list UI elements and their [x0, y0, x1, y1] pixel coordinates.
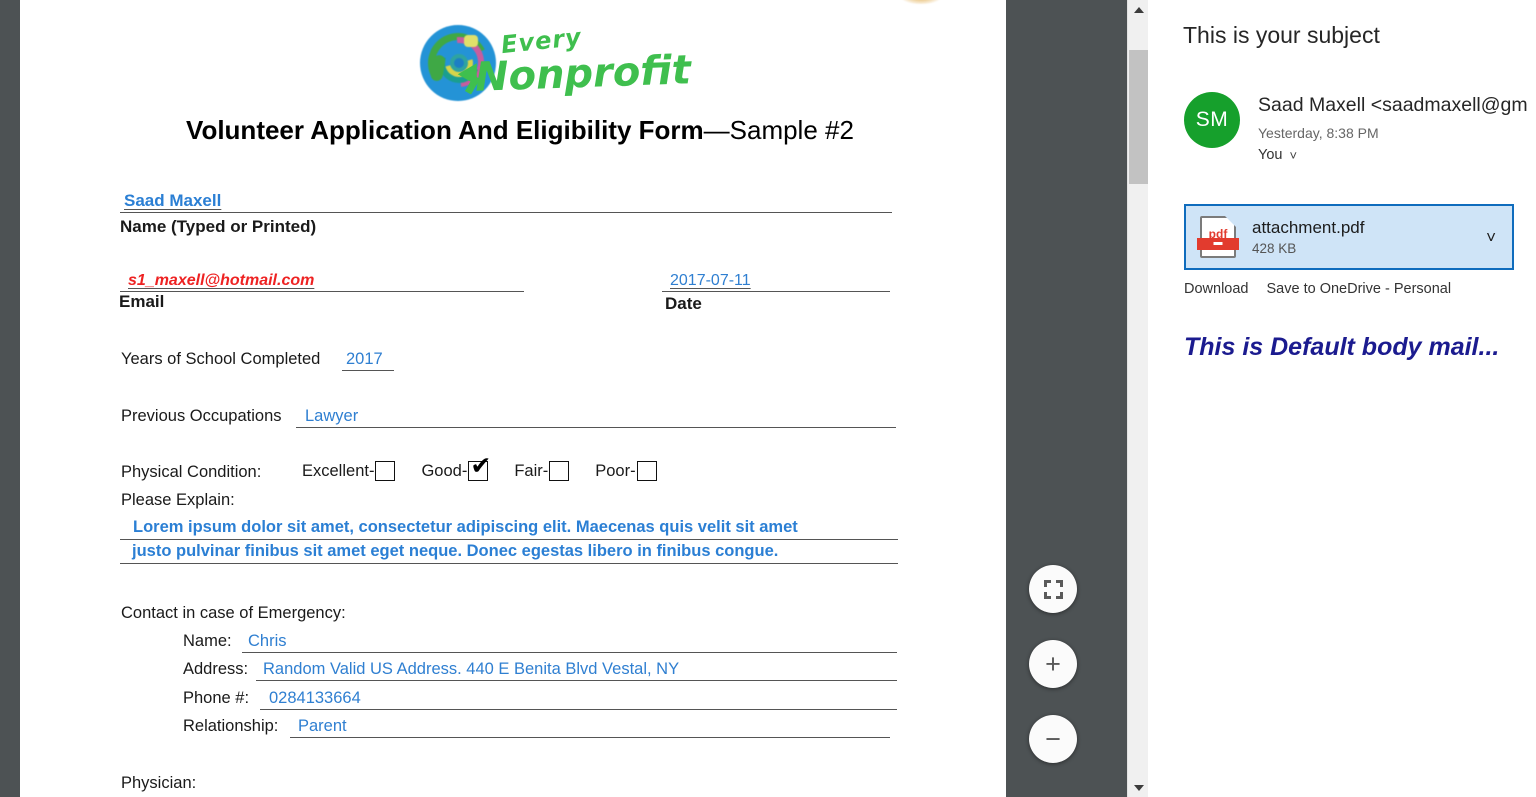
- option-label-fair: Fair-: [514, 461, 549, 480]
- attachment-filesize: 428 KB: [1252, 241, 1297, 256]
- please-explain-line-1: Lorem ipsum dolor sit amet, consectetur …: [133, 518, 798, 536]
- zoom-out-button[interactable]: −: [1029, 715, 1077, 763]
- option-label-excellent: Excellent-: [302, 461, 375, 480]
- field-years-rule: [342, 370, 394, 371]
- save-to-onedrive-link[interactable]: Save to OneDrive - Personal: [1267, 281, 1452, 297]
- caret-down-icon: [1133, 784, 1144, 791]
- field-occupations-value: Lawyer: [305, 407, 359, 425]
- field-occupations-label: Previous Occupations: [121, 407, 282, 425]
- logo-text-nonprofit: Nonprofit: [474, 47, 692, 101]
- mail-body-text: This is Default body mail...: [1184, 333, 1500, 361]
- document-title-bold: Volunteer Application And Eligibility Fo…: [186, 115, 704, 145]
- field-years-label: Years of School Completed: [121, 350, 321, 368]
- field-name-label: Name (Typed or Printed): [120, 217, 317, 236]
- emergency-name-rule: [242, 652, 897, 653]
- emergency-name-value: Chris: [248, 632, 287, 650]
- mail-subject: This is your subject: [1183, 22, 1380, 48]
- please-explain-rule-2: [120, 563, 898, 564]
- mail-recipients[interactable]: You ˅: [1258, 147, 1297, 163]
- chevron-down-icon: ˅: [1289, 147, 1298, 163]
- field-date-value: 2017-07-11: [670, 272, 751, 289]
- download-link[interactable]: Download: [1184, 281, 1249, 297]
- attachment-meta: attachment.pdf 428 KB: [1252, 218, 1486, 256]
- check-icon: ✔: [470, 451, 492, 480]
- pdf-vertical-scrollbar[interactable]: [1127, 0, 1148, 797]
- scroll-up-button[interactable]: [1128, 0, 1149, 19]
- physician-label: Physician:: [121, 774, 197, 792]
- physical-condition-label: Physical Condition:: [121, 463, 262, 481]
- emergency-relationship-rule: [290, 737, 890, 738]
- checkbox-poor[interactable]: [636, 461, 657, 481]
- field-occupations-rule: [296, 427, 896, 428]
- pdf-file-icon: pdf: [1197, 216, 1239, 258]
- emergency-phone-rule: [260, 709, 897, 710]
- plus-icon: +: [1045, 648, 1061, 679]
- emergency-address-rule: [256, 680, 897, 681]
- attachment-card[interactable]: pdf attachment.pdf 428 KB ˅: [1184, 204, 1514, 270]
- scroll-down-button[interactable]: [1128, 778, 1149, 797]
- emergency-name-label: Name:: [183, 632, 232, 650]
- emergency-phone-label: Phone #:: [183, 689, 250, 707]
- fit-to-page-button[interactable]: [1029, 565, 1077, 613]
- field-name-rule: [120, 212, 892, 213]
- emergency-address-value: Random Valid US Address. 440 E Benita Bl…: [263, 660, 680, 678]
- field-years-value: 2017: [346, 350, 383, 368]
- physical-condition-option-excellent[interactable]: Excellent-: [302, 461, 396, 481]
- option-label-good: Good-: [421, 461, 468, 480]
- physical-condition-option-good[interactable]: Good- ✔: [421, 453, 491, 481]
- option-label-poor: Poor-: [595, 461, 636, 480]
- attachment-actions: Download Save to OneDrive - Personal: [1184, 281, 1451, 297]
- pdf-page: Every Nonprofit Volunteer Application An…: [20, 0, 1006, 797]
- fit-to-page-icon: [1043, 579, 1063, 599]
- pdf-zoom-controls: + −: [1029, 565, 1079, 790]
- zoom-in-button[interactable]: +: [1029, 640, 1077, 688]
- mail-reading-pane: This is your subject SM Saad Maxell <saa…: [1148, 0, 1536, 797]
- caret-up-icon: [1133, 6, 1144, 13]
- attachment-filename: attachment.pdf: [1252, 218, 1365, 237]
- please-explain-label: Please Explain:: [121, 491, 235, 509]
- scrollbar-thumb[interactable]: [1129, 50, 1148, 184]
- field-email-rule: [120, 291, 524, 292]
- clipped-orange-arc: [898, 0, 944, 4]
- document-title-regular: —Sample #2: [703, 115, 854, 145]
- physical-condition-option-fair[interactable]: Fair-: [514, 461, 570, 481]
- please-explain-rule-1: [120, 539, 898, 540]
- emergency-relationship-value: Parent: [298, 717, 347, 735]
- app-root: Every Nonprofit Volunteer Application An…: [0, 0, 1536, 797]
- emergency-relationship-label: Relationship:: [183, 717, 279, 735]
- emergency-address-label: Address:: [183, 660, 249, 678]
- emergency-heading: Contact in case of Emergency:: [121, 604, 346, 622]
- mail-timestamp: Yesterday, 8:38 PM: [1258, 125, 1379, 141]
- every-nonprofit-logo: Every Nonprofit: [415, 18, 692, 102]
- field-name-value: Saad Maxell: [124, 191, 222, 210]
- checkbox-fair[interactable]: [549, 461, 570, 481]
- checkbox-good[interactable]: ✔: [468, 453, 491, 481]
- pdf-viewer-pane: Every Nonprofit Volunteer Application An…: [0, 0, 1148, 797]
- field-email-value: s1_maxell@hotmail.com: [128, 272, 315, 289]
- field-date-label: Date: [665, 294, 702, 313]
- sender-avatar: SM: [1184, 92, 1240, 148]
- field-email-label: Email: [119, 292, 165, 311]
- please-explain-line-2: justo pulvinar finibus sit amet eget neq…: [132, 542, 779, 560]
- field-date-rule: [662, 291, 890, 292]
- minus-icon: −: [1045, 723, 1061, 754]
- emergency-phone-value: 0284133664: [269, 689, 361, 707]
- document-title: Volunteer Application And Eligibility Fo…: [120, 115, 920, 146]
- checkbox-excellent[interactable]: [375, 461, 396, 481]
- attachment-chevron-down-icon[interactable]: ˅: [1486, 229, 1496, 246]
- mail-sender: Saad Maxell <saadmaxell@gm: [1258, 94, 1528, 116]
- physical-condition-options: Excellent- Good- ✔ Fair- Poor-: [302, 453, 683, 481]
- mail-recipients-text: You: [1258, 147, 1283, 163]
- physical-condition-option-poor[interactable]: Poor-: [595, 461, 657, 481]
